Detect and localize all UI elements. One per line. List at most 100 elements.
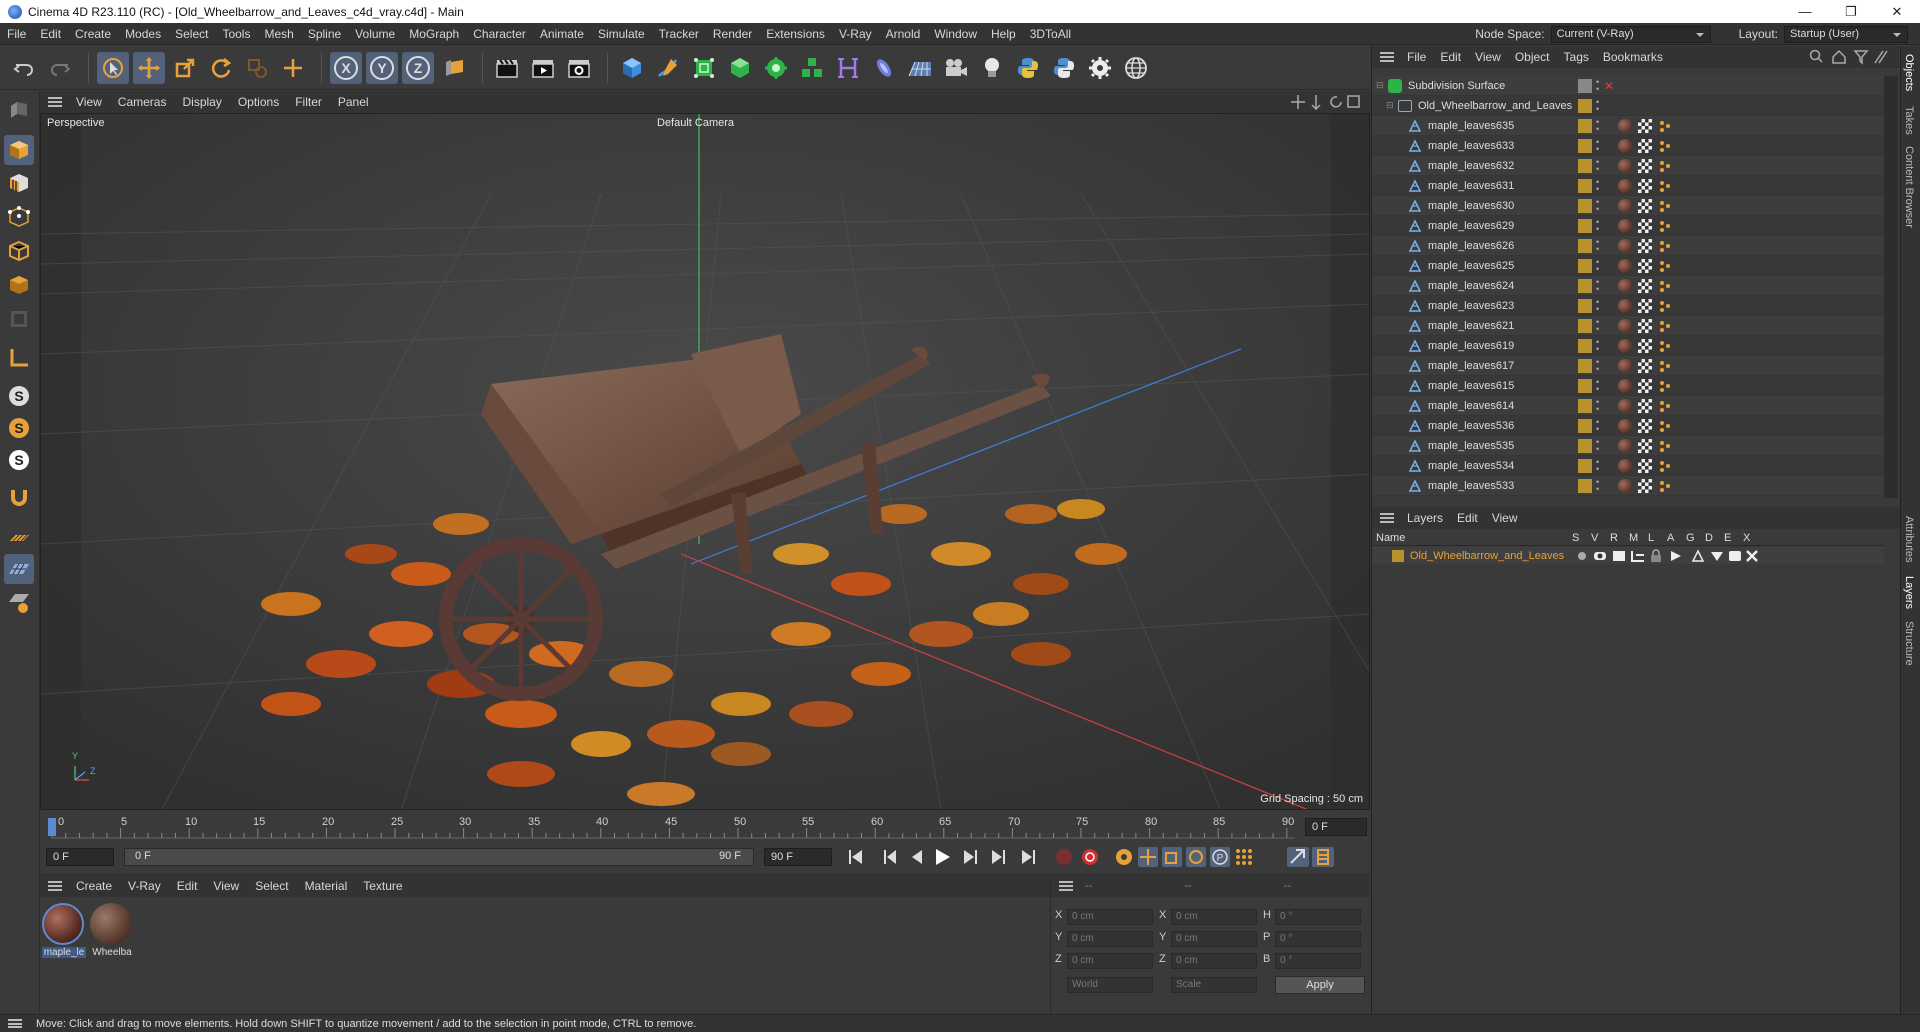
uv-mode-button[interactable] <box>4 304 34 334</box>
menu-tracker[interactable]: Tracker <box>652 23 706 45</box>
coordinates-menu-icon[interactable] <box>1059 881 1073 891</box>
solo-button[interactable] <box>4 587 34 617</box>
side-tab-takes[interactable]: Takes <box>1903 106 1915 135</box>
xref-toggle-icon[interactable] <box>1746 549 1758 562</box>
menu-render[interactable]: Render <box>706 23 759 45</box>
render-settings-button[interactable] <box>563 52 595 84</box>
material-tag-icon[interactable] <box>1618 479 1632 493</box>
material-swatch-maple[interactable]: maple_le <box>42 903 86 961</box>
material-tag-icon[interactable] <box>1618 419 1632 433</box>
layer-color-tag[interactable] <box>1578 379 1592 393</box>
visibility-dots-icon[interactable]: • • <box>1596 198 1602 214</box>
texture-tag-icon[interactable] <box>1638 339 1652 353</box>
layer-color-tag[interactable] <box>1578 459 1592 473</box>
material-tag-icon[interactable] <box>1618 199 1632 213</box>
point-mode-button[interactable] <box>4 202 34 232</box>
layers-menu-edit[interactable]: Edit <box>1450 511 1485 525</box>
object-row-mesh[interactable]: maple_leaves615 • • <box>1372 376 1884 396</box>
texture-tag-icon[interactable] <box>1638 379 1652 393</box>
vray-tag-icon[interactable] <box>1658 299 1672 313</box>
visibility-dots-icon[interactable]: • • <box>1596 258 1602 274</box>
python-script-button[interactable] <box>1012 52 1044 84</box>
visibility-dots-icon[interactable]: • • <box>1596 378 1602 394</box>
close-button[interactable]: ✕ <box>1874 0 1920 23</box>
object-row-mesh[interactable]: maple_leaves630 • • <box>1372 196 1884 216</box>
vray-tag-icon[interactable] <box>1658 359 1672 373</box>
vray-tag-icon[interactable] <box>1658 439 1672 453</box>
material-menu-view[interactable]: View <box>205 879 247 893</box>
model-mode-button[interactable] <box>4 135 34 165</box>
layer-color-tag[interactable] <box>1578 179 1592 193</box>
layer-color-tag[interactable] <box>1578 399 1592 413</box>
texture-tag-icon[interactable] <box>1638 439 1652 453</box>
visibility-dots-icon[interactable]: • • <box>1596 338 1602 354</box>
object-menu-edit[interactable]: Edit <box>1433 50 1468 64</box>
field-button[interactable] <box>868 52 900 84</box>
texture-tag-icon[interactable] <box>1638 219 1652 233</box>
material-tag-icon[interactable] <box>1618 279 1632 293</box>
viewport-menu-view[interactable]: View <box>68 95 110 109</box>
minimize-button[interactable]: — <box>1782 0 1828 23</box>
menu-edit[interactable]: Edit <box>33 23 68 45</box>
live-selection-button[interactable] <box>97 51 129 84</box>
polygon-mode-button[interactable] <box>4 270 34 300</box>
visibility-dots-icon[interactable]: • • <box>1596 98 1602 114</box>
rot-h-field[interactable]: 0 ° <box>1275 909 1361 925</box>
visibility-dots-icon[interactable]: • • <box>1596 218 1602 234</box>
object-row-mesh[interactable]: maple_leaves629 • • <box>1372 216 1884 236</box>
texture-tag-icon[interactable] <box>1638 319 1652 333</box>
menu-select[interactable]: Select <box>168 23 215 45</box>
generator-toggle-icon[interactable] <box>1691 548 1705 562</box>
vray-tag-icon[interactable] <box>1658 259 1672 273</box>
material-tag-icon[interactable] <box>1618 379 1632 393</box>
texture-tag-icon[interactable] <box>1638 119 1652 133</box>
vray-tag-icon[interactable] <box>1658 179 1672 193</box>
axis-mode-button[interactable] <box>4 343 34 373</box>
texture-tag-icon[interactable] <box>1638 159 1652 173</box>
visibility-dots-icon[interactable]: • • <box>1596 118 1602 134</box>
vray-tag-icon[interactable] <box>1658 459 1672 473</box>
side-tab-attributes[interactable]: Attributes <box>1903 516 1915 562</box>
object-row-mesh[interactable]: maple_leaves632 • • <box>1372 156 1884 176</box>
menu-extensions[interactable]: Extensions <box>759 23 832 45</box>
frame-range-slider[interactable]: 0 F 90 F <box>124 848 754 866</box>
texture-tag-icon[interactable] <box>1638 259 1652 273</box>
object-row-mesh[interactable]: maple_leaves625 • • <box>1372 256 1884 276</box>
key-pla-icon[interactable] <box>1236 849 1252 865</box>
cloner-button[interactable] <box>760 52 792 84</box>
layer-col-render[interactable]: R <box>1610 532 1629 544</box>
material-menu-icon[interactable] <box>48 881 62 891</box>
layer-color-tag[interactable] <box>1578 239 1592 253</box>
layer-col-name[interactable]: Name <box>1372 532 1572 544</box>
extrude-button[interactable] <box>724 52 756 84</box>
size-x-field[interactable]: 0 cm <box>1171 909 1257 925</box>
object-row-mesh[interactable]: maple_leaves619 • • <box>1372 336 1884 356</box>
coordinate-system-button[interactable] <box>438 52 470 84</box>
side-tab-structure[interactable]: Structure <box>1903 621 1915 666</box>
visibility-dots-icon[interactable]: • • <box>1596 438 1602 454</box>
size-z-field[interactable]: 0 cm <box>1171 953 1257 969</box>
scale-tool-button[interactable] <box>169 52 201 84</box>
layer-color-tag[interactable] <box>1578 439 1592 453</box>
redo-button[interactable] <box>44 52 76 84</box>
solo-toggle-icon[interactable] <box>1578 551 1586 560</box>
layer-col-locked[interactable]: L <box>1648 532 1667 544</box>
texture-tag-icon[interactable] <box>1638 419 1652 433</box>
layer-color-tag[interactable] <box>1578 139 1592 153</box>
texture-tag-icon[interactable] <box>1638 139 1652 153</box>
make-editable-button[interactable] <box>4 95 34 125</box>
viewport-menu-options[interactable]: Options <box>230 95 287 109</box>
node-space-dropdown[interactable]: Current (V-Ray) <box>1550 25 1711 43</box>
menu-vray[interactable]: V-Ray <box>832 23 879 45</box>
pos-x-field[interactable]: 0 cm <box>1067 909 1153 925</box>
side-tab-content-browser[interactable]: Content Browser <box>1903 146 1915 228</box>
object-row-mesh[interactable]: maple_leaves631 • • <box>1372 176 1884 196</box>
material-tag-icon[interactable] <box>1618 159 1632 173</box>
tweak-button[interactable] <box>4 483 34 513</box>
menu-mesh[interactable]: Mesh <box>257 23 300 45</box>
layer-color-tag[interactable] <box>1578 319 1592 333</box>
layer-col-animation[interactable]: A <box>1667 532 1686 544</box>
texture-tag-icon[interactable] <box>1638 199 1652 213</box>
x-axis-lock-button[interactable]: X <box>330 51 362 84</box>
visibility-dots-icon[interactable]: • • <box>1596 358 1602 374</box>
